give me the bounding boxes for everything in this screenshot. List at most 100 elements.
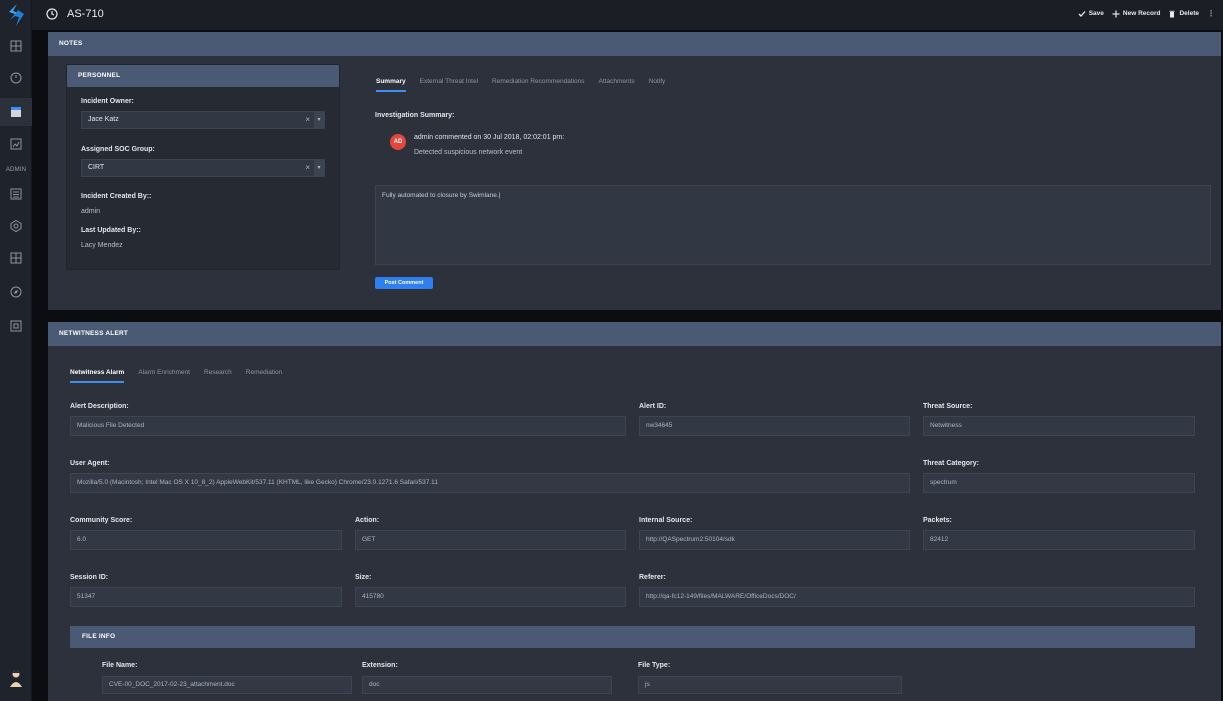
top-bar: AS-710 Save New Record Delete ⋮ <box>32 0 1223 30</box>
admin-section-label: ADMIN <box>5 167 27 173</box>
tab-attachments[interactable]: Attachments <box>599 78 635 92</box>
sidebar-item-settings[interactable] <box>0 312 32 340</box>
notes-tabs: Summary External Threat Intel Remediatio… <box>376 78 665 92</box>
soc-group-value: CIRT <box>88 164 105 171</box>
grid-icon <box>10 252 22 264</box>
list-icon <box>10 188 22 200</box>
updated-by-value: Lacy Mendez <box>81 242 123 249</box>
settings-icon <box>10 219 22 233</box>
sidebar-item-integrations[interactable] <box>0 212 32 240</box>
soc-group-select[interactable]: CIRT × ▾ <box>81 159 325 177</box>
community-score-field[interactable]: 6.0 <box>70 530 342 550</box>
file-type-field[interactable]: js <box>638 676 902 694</box>
trash-icon <box>1169 10 1175 17</box>
netwitness-alert-section: NETWITNESS ALERT Netwitness Alarm Alarm … <box>48 322 1221 701</box>
personnel-header: PERSONNEL <box>67 65 339 87</box>
referer-label: Referer: <box>639 574 666 581</box>
threat-category-field[interactable]: spectrum <box>923 473 1195 493</box>
dashboard-icon <box>10 40 22 52</box>
file-info-header: FILE INFO <box>70 626 1195 648</box>
save-label: Save <box>1088 10 1104 17</box>
compass-icon <box>10 286 22 298</box>
sidebar-item-discover[interactable] <box>0 278 32 306</box>
user-agent-label: User Agent: <box>70 460 110 467</box>
notes-header: NOTES <box>48 32 1221 56</box>
sidebar-item-reports[interactable] <box>0 130 32 158</box>
packets-field[interactable]: 82412 <box>923 530 1195 550</box>
delete-button[interactable]: Delete <box>1168 10 1199 18</box>
incident-owner-label: Incident Owner: <box>81 98 134 105</box>
check-icon <box>1078 10 1086 17</box>
threat-category-label: Threat Category: <box>923 460 980 467</box>
notes-section: NOTES PERSONNEL Incident Owner: Jace Kat… <box>48 32 1221 310</box>
action-field[interactable]: GET <box>355 530 626 550</box>
sidebar-item-workspaces[interactable] <box>0 244 32 272</box>
sidebar-item-history[interactable] <box>0 64 32 92</box>
swimlane-logo-icon[interactable] <box>6 3 26 27</box>
threat-source-field[interactable]: Netwitness <box>923 416 1195 436</box>
file-name-field[interactable]: CVE-00_DOC_2017-02-23_attachment.doc <box>102 676 352 694</box>
tab-research[interactable]: Research <box>204 369 232 383</box>
alert-id-label: Alert ID: <box>639 403 667 410</box>
size-label: Size: <box>355 574 372 581</box>
alert-description-field[interactable]: Malicious File Detected <box>70 416 626 436</box>
tab-external-threat-intel[interactable]: External Threat Intel <box>420 78 478 92</box>
alert-description-label: Alert Description: <box>70 403 129 410</box>
session-id-label: Session ID: <box>70 574 109 581</box>
sidebar: ADMIN <box>0 0 32 701</box>
sidebar-item-dashboard[interactable] <box>0 32 32 60</box>
record-icon <box>11 107 21 117</box>
more-menu-icon[interactable]: ⋮ <box>1207 9 1215 18</box>
tab-netwitness-alarm[interactable]: Netwitness Alarm <box>70 369 125 383</box>
report-icon <box>10 138 22 150</box>
investigation-summary-label: Investigation Summary: <box>375 112 455 119</box>
size-field[interactable]: 415780 <box>355 587 626 607</box>
incident-owner-select[interactable]: Jace Katz × ▾ <box>81 111 325 129</box>
new-record-label: New Record <box>1122 10 1161 17</box>
file-name-label: File Name: <box>102 662 138 669</box>
comment-textarea[interactable]: Fully automated to closure by Swimlane.| <box>375 185 1211 265</box>
tab-remediation-recommendations[interactable]: Remediation Recommendations <box>492 78 585 92</box>
referer-field[interactable]: http://qa-fc12-149/files/MALWARE/OfficeD… <box>639 587 1195 607</box>
comment-header: admin commented on 30 Jul 2018, 02:02:01… <box>414 134 565 141</box>
netwitness-header: NETWITNESS ALERT <box>48 322 1221 346</box>
action-label: Action: <box>355 517 380 524</box>
file-info-panel: FILE INFO File Name: CVE-00_DOC_2017-02-… <box>70 626 1195 701</box>
post-comment-button[interactable]: Post Comment <box>375 277 433 289</box>
tab-alarm-enrichment[interactable]: Alarm Enrichment <box>138 369 190 383</box>
clear-icon[interactable]: × <box>305 112 310 128</box>
tab-remediation[interactable]: Remediation <box>246 369 283 383</box>
user-avatar-icon[interactable] <box>8 668 24 688</box>
created-by-value: admin <box>81 208 101 215</box>
clear-icon[interactable]: × <box>305 160 310 176</box>
personnel-panel: PERSONNEL Incident Owner: Jace Katz × ▾ … <box>66 64 340 270</box>
delete-label: Delete <box>1179 10 1199 17</box>
save-button[interactable]: Save <box>1078 10 1104 18</box>
history-icon[interactable] <box>46 8 58 20</box>
tab-notify[interactable]: Notify <box>649 78 666 92</box>
new-record-button[interactable]: New Record <box>1112 10 1161 18</box>
community-score-label: Community Score: <box>70 517 133 524</box>
sidebar-item-records[interactable] <box>0 98 32 126</box>
internal-source-label: Internal Source: <box>639 517 693 524</box>
chevron-down-icon[interactable]: ▾ <box>314 160 324 176</box>
main-content: NOTES PERSONNEL Incident Owner: Jace Kat… <box>32 30 1223 701</box>
session-id-field[interactable]: 51347 <box>70 587 342 607</box>
sidebar-item-applications[interactable] <box>0 180 32 208</box>
netwitness-tabs: Netwitness Alarm Alarm Enrichment Resear… <box>70 369 282 383</box>
record-id-title: AS-710 <box>67 8 104 20</box>
user-agent-field[interactable]: Mozilla/5.0 (Macintosh; Intel Mac OS X 1… <box>70 473 910 493</box>
tab-summary[interactable]: Summary <box>376 78 406 92</box>
incident-owner-value: Jace Katz <box>88 116 119 123</box>
packets-label: Packets: <box>923 517 952 524</box>
extension-label: Extension: <box>362 662 398 669</box>
updated-by-label: Last Updated By:: <box>81 227 141 234</box>
alert-id-field[interactable]: nw34645 <box>639 416 910 436</box>
box-icon <box>10 320 22 332</box>
file-type-label: File Type: <box>638 662 671 669</box>
chevron-down-icon[interactable]: ▾ <box>314 112 324 128</box>
extension-field[interactable]: doc <box>362 676 612 694</box>
soc-group-label: Assigned SOC Group: <box>81 146 155 153</box>
comment-avatar: AD <box>390 134 406 150</box>
internal-source-field[interactable]: http://QASpectrum2:50104/sdk <box>639 530 910 550</box>
